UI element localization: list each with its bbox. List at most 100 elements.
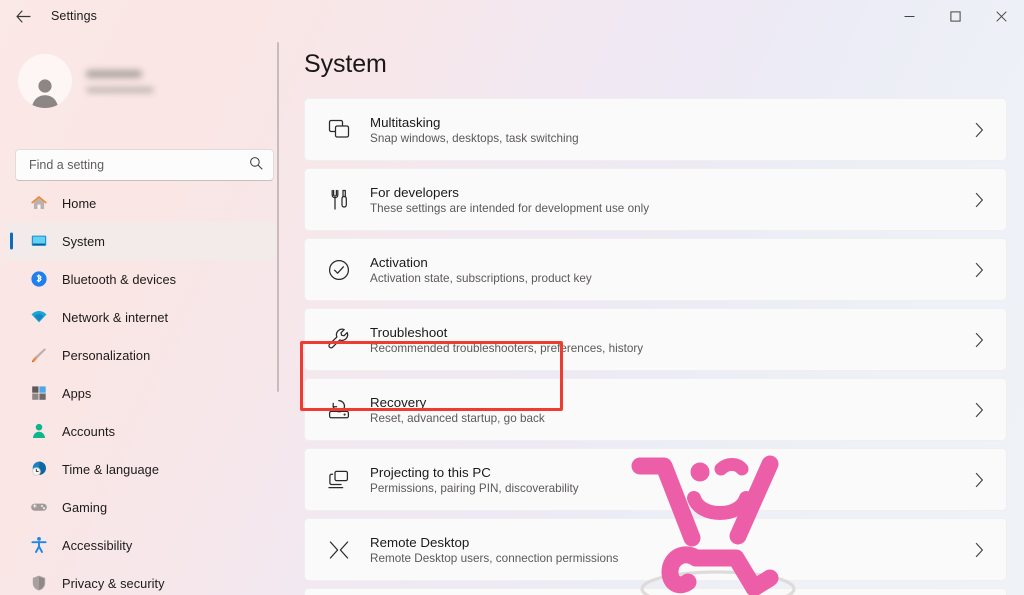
- chevron-right-icon: [975, 542, 984, 557]
- settings-card-troubleshoot[interactable]: Troubleshoot Recommended troubleshooters…: [304, 308, 1007, 371]
- settings-card-projecting-to-this-pc[interactable]: Projecting to this PC Permissions, pairi…: [304, 448, 1007, 511]
- sidebar-item-personalization[interactable]: Personalization: [6, 336, 276, 374]
- sidebar-nav: Home System Bluetooth & devices Network …: [0, 184, 288, 595]
- wifi-icon: [30, 308, 48, 326]
- close-button[interactable]: [978, 0, 1024, 32]
- remote-desktop-icon: [326, 538, 352, 562]
- main-content: System Multitasking Snap windows, deskto…: [288, 32, 1024, 595]
- search-container: [15, 149, 274, 181]
- card-title: Multitasking: [370, 114, 441, 130]
- card-title: For developers: [370, 184, 459, 200]
- settings-card-partial[interactable]: [304, 588, 1007, 595]
- card-title: Troubleshoot: [370, 324, 448, 340]
- card-text: Activation Activation state, subscriptio…: [370, 255, 592, 285]
- sidebar-scrollbar[interactable]: [277, 42, 279, 392]
- person-icon: [30, 422, 48, 440]
- card-text: Remote Desktop Remote Desktop users, con…: [370, 535, 618, 565]
- sidebar-item-time-language[interactable]: Time & language: [6, 450, 276, 488]
- sidebar-item-label: Personalization: [62, 347, 151, 363]
- sidebar-item-accounts[interactable]: Accounts: [6, 412, 276, 450]
- monitor-icon: [30, 232, 48, 250]
- wrench-icon: [326, 328, 352, 352]
- card-subtitle: Reset, advanced startup, go back: [370, 411, 545, 425]
- card-text: Recovery Reset, advanced startup, go bac…: [370, 395, 545, 425]
- sidebar-item-home[interactable]: Home: [6, 184, 276, 222]
- card-title: Projecting to this PC: [370, 464, 491, 480]
- person-avatar-icon: [28, 75, 62, 108]
- search-box[interactable]: [15, 149, 274, 181]
- account-name-redacted: [86, 69, 142, 78]
- sidebar-item-apps[interactable]: Apps: [6, 374, 276, 412]
- chevron-right-icon: [975, 472, 984, 487]
- paintbrush-icon: [30, 346, 48, 364]
- window-controls: [886, 0, 1024, 32]
- sidebar-item-label: Accessibility: [62, 537, 133, 553]
- settings-card-multitasking[interactable]: Multitasking Snap windows, desktops, tas…: [304, 98, 1007, 161]
- shield-icon: [30, 574, 48, 592]
- sidebar-item-label: Time & language: [62, 461, 160, 477]
- sidebar-item-label: System: [62, 233, 105, 249]
- sidebar: Home System Bluetooth & devices: [0, 32, 288, 595]
- card-text: For developers These settings are intend…: [370, 185, 649, 215]
- sidebar-item-privacy-security[interactable]: Privacy & security: [6, 564, 276, 595]
- account-info: [86, 69, 154, 93]
- projection-icon: [326, 468, 352, 492]
- recovery-icon: [326, 398, 352, 422]
- sidebar-item-label: Privacy & security: [62, 575, 165, 591]
- chevron-right-icon: [975, 262, 984, 277]
- card-title: Activation: [370, 254, 428, 270]
- card-text: Projecting to this PC Permissions, pairi…: [370, 465, 579, 495]
- sidebar-item-label: Bluetooth & devices: [62, 271, 177, 287]
- title-bar: Settings: [0, 0, 1024, 32]
- settings-card-for-developers[interactable]: For developers These settings are intend…: [304, 168, 1007, 231]
- apps-grid-icon: [30, 384, 48, 402]
- gamepad-icon: [30, 498, 48, 516]
- card-subtitle: These settings are intended for developm…: [370, 201, 650, 215]
- dev-tools-icon: [326, 188, 352, 212]
- settings-card-activation[interactable]: Activation Activation state, subscriptio…: [304, 238, 1007, 301]
- back-button[interactable]: [8, 1, 38, 31]
- card-subtitle: Snap windows, desktops, task switching: [370, 131, 579, 145]
- card-title: Remote Desktop: [370, 534, 470, 550]
- card-subtitle: Permissions, pairing PIN, discoverabilit…: [370, 481, 579, 495]
- card-subtitle: Remote Desktop users, connection permiss…: [370, 551, 619, 565]
- search-input[interactable]: [29, 158, 249, 172]
- bluetooth-icon: [30, 270, 48, 288]
- sidebar-item-accessibility[interactable]: Accessibility: [6, 526, 276, 564]
- chevron-right-icon: [975, 332, 984, 347]
- search-icon: [249, 156, 263, 175]
- accessibility-icon: [30, 536, 48, 554]
- card-subtitle: Activation state, subscriptions, product…: [370, 271, 592, 285]
- settings-card-recovery[interactable]: Recovery Reset, advanced startup, go bac…: [304, 378, 1007, 441]
- maximize-button[interactable]: [932, 0, 978, 32]
- sidebar-item-label: Gaming: [62, 499, 108, 515]
- sidebar-item-network-internet[interactable]: Network & internet: [6, 298, 276, 336]
- page-title: System: [304, 50, 387, 78]
- chevron-right-icon: [975, 192, 984, 207]
- sidebar-item-label: Apps: [62, 385, 92, 401]
- card-text: Troubleshoot Recommended troubleshooters…: [370, 325, 643, 355]
- settings-list: Multitasking Snap windows, desktops, tas…: [304, 98, 1007, 595]
- settings-card-remote-desktop[interactable]: Remote Desktop Remote Desktop users, con…: [304, 518, 1007, 581]
- chevron-right-icon: [975, 122, 984, 137]
- account-email-redacted: [86, 86, 154, 93]
- windows-stack-icon: [326, 118, 352, 142]
- clock-globe-icon: [30, 460, 48, 478]
- card-title: Recovery: [370, 394, 427, 410]
- app-title: Settings: [51, 9, 97, 23]
- sidebar-item-label: Accounts: [62, 423, 116, 439]
- check-circle-icon: [326, 258, 352, 282]
- sidebar-item-gaming[interactable]: Gaming: [6, 488, 276, 526]
- sidebar-item-bluetooth-devices[interactable]: Bluetooth & devices: [6, 260, 276, 298]
- arrow-left-icon: [15, 9, 31, 23]
- account-card[interactable]: [18, 54, 288, 108]
- avatar: [18, 54, 72, 108]
- sidebar-item-label: Home: [62, 195, 97, 211]
- sidebar-item-label: Network & internet: [62, 309, 169, 325]
- card-subtitle: Recommended troubleshooters, preferences…: [370, 341, 644, 355]
- minimize-button[interactable]: [886, 0, 932, 32]
- chevron-right-icon: [975, 402, 984, 417]
- card-text: Multitasking Snap windows, desktops, tas…: [370, 115, 579, 145]
- home-icon: [30, 194, 48, 212]
- sidebar-item-system[interactable]: System: [6, 222, 276, 260]
